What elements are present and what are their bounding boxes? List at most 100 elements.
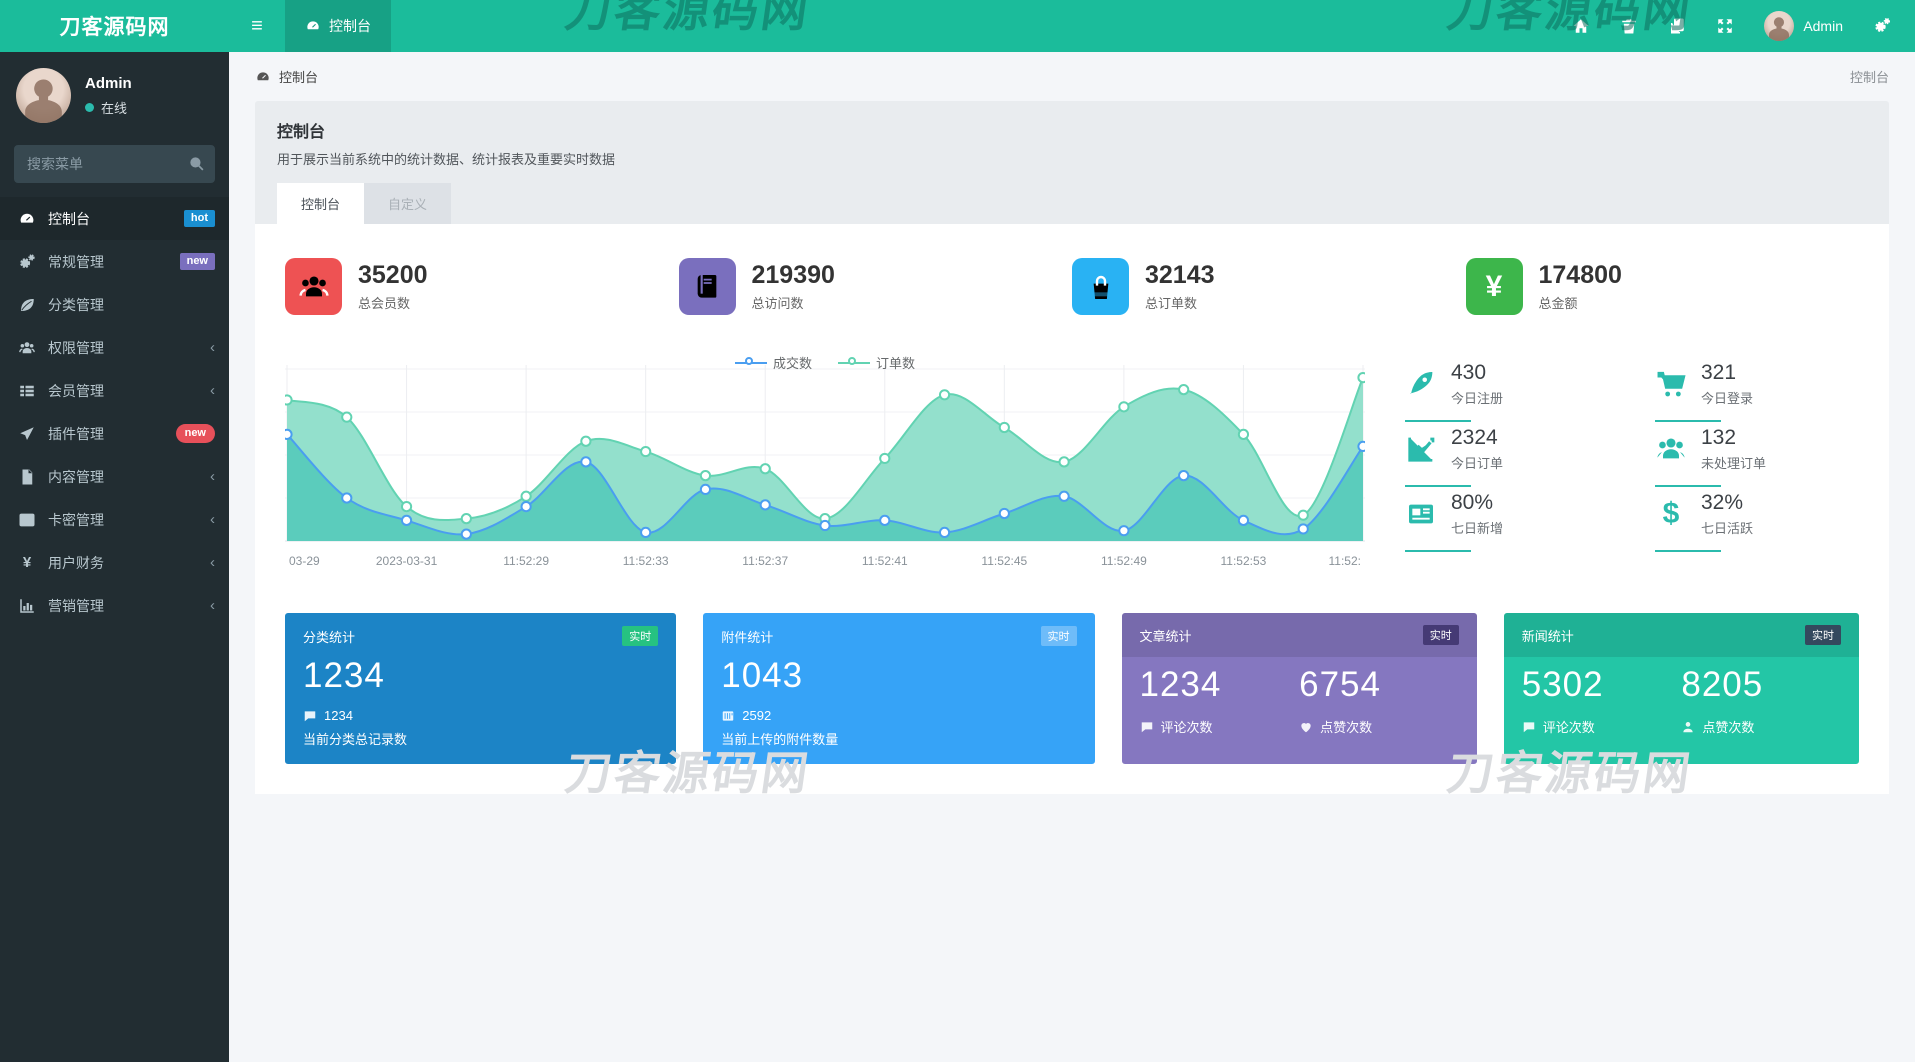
sidebar-item-marketing[interactable]: 营销管理 ‹ (0, 584, 229, 627)
sidebar-item-finance[interactable]: ¥ 用户财务 ‹ (0, 541, 229, 584)
orders-chart: 成交数 订单数 03-29 2023-03-31 11:52:29 11:52:33 1… (285, 356, 1365, 571)
ministat-login: 321 今日登录 (1655, 359, 1859, 422)
stat-total-members: 35200 总会员数 (285, 258, 679, 315)
avatar (16, 68, 71, 123)
line-chart-icon (1405, 433, 1437, 465)
yen-icon: ¥ (1465, 258, 1523, 315)
sidebar-item-content[interactable]: 内容管理 ‹ (0, 455, 229, 498)
stat-total-visits: 219390 总访问数 (678, 258, 1073, 315)
chevron-left-icon: ‹ (210, 468, 215, 485)
summary-cards: 分类统计 实时 1234 1234 当前分类总记录数 附件统计 实时 1043 … (285, 613, 1859, 764)
user-name: Admin (85, 74, 132, 92)
cart-icon (1655, 368, 1687, 400)
stat-value: 219390 (751, 260, 835, 289)
brand-logo[interactable]: 刀客源码网 (0, 0, 229, 52)
comment-icon (1140, 720, 1154, 734)
heart-icon (1299, 720, 1313, 734)
page-header-panel: 控制台 用于展示当前系统中的统计数据、统计报表及重要实时数据 控制台 自定义 (255, 101, 1889, 224)
search-input[interactable] (14, 145, 215, 183)
svg-text:11:52:33: 11:52:33 (623, 554, 669, 568)
stat-value: 32143 (1145, 260, 1215, 289)
svg-text:11:52:45: 11:52:45 (981, 554, 1027, 568)
stat-value: 174800 (1538, 260, 1622, 289)
leaf-icon (18, 296, 36, 314)
dashboard-panel: 35200 总会员数 219390 总访问数 32143 总订单数 ¥ 1748… (255, 224, 1889, 794)
sidebar-item-general[interactable]: 常规管理 new (0, 240, 229, 283)
stat-label: 总订单数 (1145, 296, 1198, 312)
comment-icon (1522, 720, 1536, 734)
comment-icon (303, 709, 317, 723)
ministat-register: 430 今日注册 (1405, 359, 1609, 422)
rocket-icon (18, 425, 36, 443)
ministat-unprocessed: 132 未处理订单 (1655, 424, 1859, 487)
settings-cogs-icon[interactable] (1873, 17, 1891, 35)
breadcrumb-current[interactable]: 控制台 (279, 67, 318, 86)
sidebar: Admin 在线 控制台 hot 常规管理 new 分类管理 (0, 52, 229, 1062)
chevron-left-icon: ‹ (210, 554, 215, 571)
book-icon (678, 258, 736, 315)
list-icon (18, 382, 36, 400)
image-icon (18, 511, 36, 529)
svg-text:11:52:41: 11:52:41 (862, 554, 908, 568)
page-title: 控制台 (277, 124, 326, 141)
file-icon (18, 468, 36, 486)
dashboard-icon (255, 69, 271, 85)
dashboard-icon (18, 210, 36, 228)
stats-row: 35200 总会员数 219390 总访问数 32143 总订单数 ¥ 1748… (285, 258, 1859, 315)
users-group-icon (285, 258, 342, 315)
cogs-icon (18, 253, 36, 271)
user-menu[interactable]: Admin (1764, 11, 1843, 41)
stat-label: 总金额 (1538, 296, 1578, 312)
card-value: 1043 (721, 656, 804, 695)
svg-text:11:52:53: 11:52:53 (1221, 554, 1267, 568)
svg-text:2023-03-31: 2023-03-31 (376, 554, 438, 568)
mini-stats-grid: 430 今日注册 321 今日登录 2324 今日订单 132 未处理订单 80… (1405, 359, 1859, 571)
top-navbar: 刀客源码网 ≡ 控制台 Admin (0, 0, 1915, 52)
trash-icon[interactable] (1620, 17, 1638, 35)
chevron-left-icon: ‹ (210, 339, 215, 356)
sidebar-item-member[interactable]: 会员管理 ‹ (0, 369, 229, 412)
sidebar-menu: 控制台 hot 常规管理 new 分类管理 权限管理 ‹ 会员管理 ‹ 插件管理… (0, 197, 229, 627)
search-icon[interactable] (188, 155, 205, 172)
sidebar-item-cardkey[interactable]: 卡密管理 ‹ (0, 498, 229, 541)
dollar-icon: $ (1662, 497, 1680, 530)
newspaper-icon (1405, 498, 1437, 530)
sidebar-item-category[interactable]: 分类管理 (0, 283, 229, 326)
legend-item-deals[interactable]: 成交数 (734, 353, 812, 372)
main-content: 控制台 控制台 控制台 用于展示当前系统中的统计数据、统计报表及重要实时数据 控… (229, 52, 1915, 1062)
tab-dashboard[interactable]: 控制台 (277, 183, 365, 224)
home-icon[interactable] (1572, 17, 1590, 35)
sidebar-item-permission[interactable]: 权限管理 ‹ (0, 326, 229, 369)
stat-label: 总会员数 (358, 296, 411, 312)
page-subtitle: 用于展示当前系统中的统计数据、统计报表及重要实时数据 (277, 152, 616, 167)
stat-total-amount: ¥ 174800 总金额 (1465, 258, 1860, 315)
breadcrumb: 控制台 控制台 (229, 52, 1915, 99)
stat-total-orders: 32143 总订单数 (1072, 258, 1466, 315)
breadcrumb-right[interactable]: 控制台 (1850, 67, 1889, 86)
bar-chart-icon (18, 597, 36, 615)
card-category-stats: 分类统计 实时 1234 1234 当前分类总记录数 (285, 613, 677, 764)
sidebar-item-dashboard[interactable]: 控制台 hot (0, 197, 229, 240)
page-tabs: 控制台 自定义 (277, 183, 1867, 224)
sidebar-toggle-button[interactable]: ≡ (229, 0, 285, 52)
online-dot-icon (85, 102, 94, 112)
tally-icon (721, 709, 735, 723)
svg-text:03-29: 03-29 (289, 554, 320, 568)
svg-text:11:52:37: 11:52:37 (742, 554, 788, 568)
svg-text:11:52:: 11:52: (1329, 554, 1361, 568)
copy-icon[interactable] (1668, 17, 1686, 35)
chevron-left-icon: ‹ (210, 511, 215, 528)
username-label: Admin (1803, 18, 1843, 34)
sidebar-item-plugin[interactable]: 插件管理 new (0, 412, 229, 455)
shopping-bag-icon (1072, 258, 1129, 315)
yen-icon: ¥ (22, 554, 32, 571)
card-value: 1234 (303, 656, 385, 695)
legend-item-orders[interactable]: 订单数 (838, 353, 915, 372)
badge: hot (183, 209, 215, 228)
fullscreen-icon[interactable] (1716, 17, 1734, 35)
navbar-tab-dashboard[interactable]: 控制台 (285, 0, 391, 52)
sidebar-search (14, 145, 215, 183)
chevron-left-icon: ‹ (210, 597, 215, 614)
badge: new (175, 423, 215, 444)
tab-custom[interactable]: 自定义 (364, 183, 452, 224)
